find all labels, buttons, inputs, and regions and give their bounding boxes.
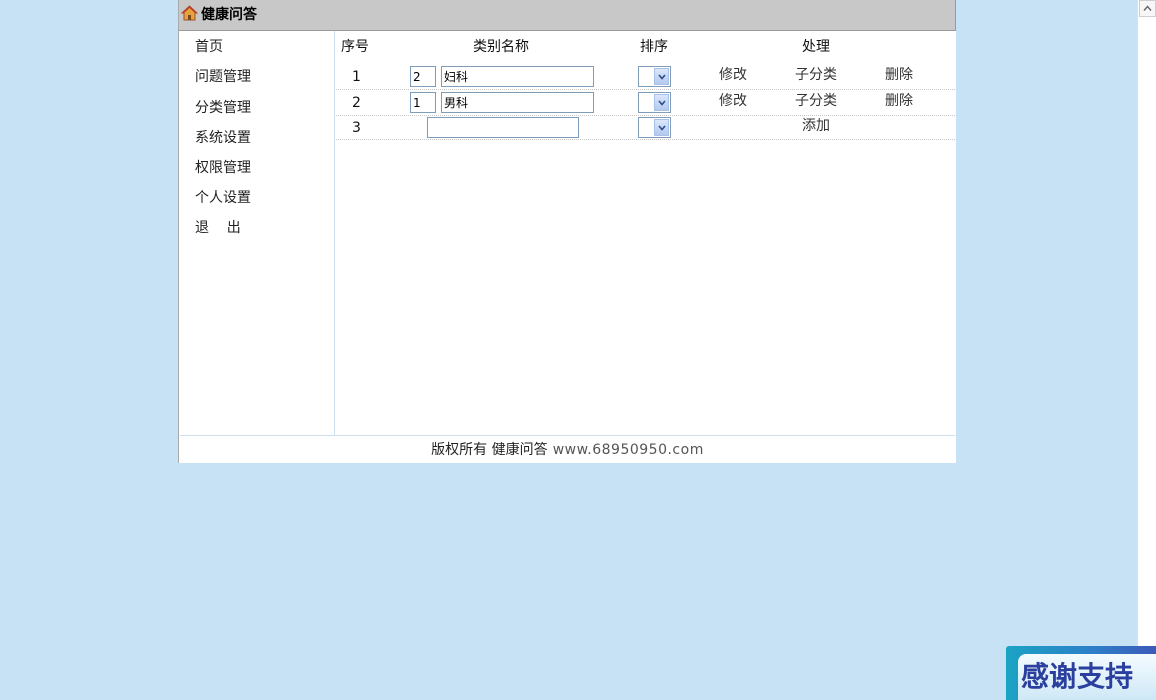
sidebar-item-home[interactable]: 首页	[195, 39, 223, 55]
order-select[interactable]	[638, 117, 671, 138]
vertical-scrollbar[interactable]	[1137, 0, 1156, 700]
column-header-order: 排序	[640, 39, 668, 55]
delete-link[interactable]: 删除	[885, 93, 913, 109]
scroll-up-button[interactable]	[1139, 0, 1156, 17]
sidebar-item-personal-settings[interactable]: 个人设置	[195, 190, 251, 206]
row-index: 1	[352, 69, 361, 85]
title-bar: 健康问答	[179, 0, 956, 31]
chevron-down-icon	[654, 94, 669, 111]
thanks-support-panel: 感谢支持	[1018, 654, 1156, 700]
row-divider	[336, 115, 955, 116]
row-divider	[336, 89, 955, 90]
row-divider	[336, 139, 955, 140]
category-name-input[interactable]	[441, 92, 594, 113]
chevron-down-icon	[654, 119, 669, 136]
row-index: 3	[352, 120, 361, 136]
footer: 版权所有 健康问答 www.68950950.com	[180, 435, 955, 463]
edit-link[interactable]: 修改	[719, 93, 747, 109]
new-category-name-input[interactable]	[427, 117, 579, 138]
row-index: 2	[352, 95, 361, 111]
app-frame: 健康问答 首页 问题管理 分类管理 系统设置 权限管理 个人设置 退 出 序号 …	[178, 0, 956, 463]
add-category-button[interactable]: 添加	[802, 118, 830, 134]
sidebar: 首页 问题管理 分类管理 系统设置 权限管理 个人设置 退 出	[179, 31, 335, 435]
column-header-index: 序号	[341, 39, 369, 55]
sidebar-item-categories[interactable]: 分类管理	[195, 100, 251, 116]
column-header-name: 类别名称	[473, 39, 529, 55]
order-input[interactable]	[410, 92, 436, 113]
order-select[interactable]	[638, 92, 671, 113]
order-input[interactable]	[410, 66, 436, 87]
column-header-actions: 处理	[802, 39, 830, 55]
chevron-up-icon	[1143, 5, 1152, 11]
order-select[interactable]	[638, 66, 671, 87]
delete-link[interactable]: 删除	[885, 67, 913, 83]
home-icon	[180, 5, 199, 22]
copyright-text: 版权所有 健康问答	[431, 442, 548, 458]
subcategory-link[interactable]: 子分类	[795, 93, 837, 109]
sidebar-item-permissions[interactable]: 权限管理	[195, 160, 251, 176]
sidebar-item-logout[interactable]: 退 出	[195, 220, 241, 236]
app-title: 健康问答	[201, 7, 257, 23]
edit-link[interactable]: 修改	[719, 67, 747, 83]
thanks-support-text: 感谢支持	[1021, 660, 1134, 693]
subcategory-link[interactable]: 子分类	[795, 67, 837, 83]
sidebar-item-system-settings[interactable]: 系统设置	[195, 130, 251, 146]
sidebar-item-questions[interactable]: 问题管理	[195, 69, 251, 85]
footer-url: www.68950950.com	[552, 442, 704, 458]
category-name-input[interactable]	[441, 66, 594, 87]
category-table: 序号 类别名称 排序 处理 1 修改 子分类 删除 2 修改 子分类 删除	[336, 31, 955, 435]
chevron-down-icon	[654, 68, 669, 85]
thanks-support-badge[interactable]: 感谢支持	[1006, 646, 1156, 700]
